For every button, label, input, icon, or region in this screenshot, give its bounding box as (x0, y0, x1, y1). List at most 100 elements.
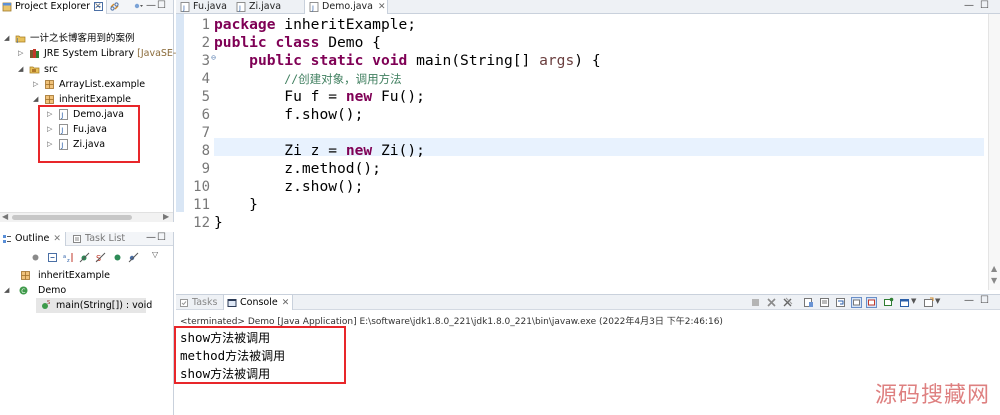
remove-launch-icon[interactable] (766, 297, 777, 308)
close-icon[interactable]: ✕ (53, 234, 61, 244)
editor-tab-label: Demo.java (322, 1, 373, 12)
tree-item-package-arraylist[interactable]: ▷ ArrayList.example (33, 77, 173, 92)
code-text: z.show(); (284, 178, 364, 195)
watermark: 源码搜藏网 (874, 383, 990, 408)
clear-console-icon[interactable] (803, 297, 814, 308)
code-text: Zi z = (284, 142, 346, 159)
hide-non-public-icon[interactable] (112, 252, 123, 263)
outline-item-label: Demo (38, 285, 67, 296)
link-with-editor-icon[interactable] (109, 1, 120, 12)
minimize-icon[interactable]: — (146, 0, 156, 11)
outline-item-method-main[interactable]: S main(String[]) : void (36, 298, 152, 313)
line-number: 1 (201, 17, 210, 33)
close-icon[interactable]: ✕ (282, 298, 290, 308)
dropdown-icon[interactable]: ▼ (911, 297, 916, 305)
editor-tab-demo-java[interactable]: J Demo.java ✕ (304, 0, 388, 14)
svg-text:C: C (21, 288, 25, 295)
keyword: package (214, 16, 276, 33)
expanded-twisty-icon[interactable]: ◢ (18, 62, 23, 77)
show-when-stdout-icon[interactable] (851, 297, 862, 308)
view-menu-icon[interactable] (133, 1, 144, 12)
tab-console[interactable]: Console ✕ (223, 295, 293, 310)
tab-outline[interactable]: Outline ✕ (0, 232, 66, 246)
dropdown-icon[interactable]: ▼ (935, 297, 940, 305)
outline-item-package[interactable]: inheritExample (18, 268, 168, 283)
expanded-twisty-icon[interactable]: ◢ (4, 283, 9, 298)
class-icon: C (19, 286, 28, 295)
scroll-left-icon[interactable]: ◀ (2, 212, 8, 221)
tab-tasks[interactable]: Tasks (176, 295, 222, 310)
source-folder-icon (29, 66, 40, 74)
vertical-scrollbar[interactable]: ▲ ▼ (988, 14, 1000, 290)
tree-item-src[interactable]: ◢ src (18, 62, 168, 77)
expanded-twisty-icon[interactable]: ◢ (4, 31, 9, 46)
display-selected-console-icon[interactable] (899, 297, 910, 308)
tab-console-label: Console (240, 297, 278, 308)
code-area[interactable]: package inheritExample; public class Dem… (214, 14, 984, 290)
code-line-12: } (214, 214, 223, 232)
maximize-icon[interactable]: ☐ (980, 295, 989, 306)
svg-text:a: a (63, 254, 66, 260)
hide-local-types-icon[interactable] (128, 252, 139, 263)
hide-fields-icon[interactable] (79, 252, 90, 263)
terminate-icon[interactable] (750, 297, 761, 308)
minimize-icon[interactable]: — (964, 295, 974, 306)
open-console-icon[interactable] (923, 297, 934, 308)
tree-item-label: 一计之长博客用到的案例 (30, 33, 135, 44)
keyword: public class (214, 34, 320, 51)
remove-all-terminated-icon[interactable] (782, 297, 793, 308)
close-icon[interactable]: ✕ (378, 2, 386, 12)
sort-icon[interactable]: az (63, 252, 74, 263)
scroll-right-icon[interactable]: ▶ (163, 212, 169, 221)
collapse-all-icon[interactable] (47, 252, 58, 263)
horizontal-scrollbar[interactable]: ◀ ▶ (0, 212, 173, 222)
package-icon (45, 80, 54, 89)
code-text: Zi(); (372, 142, 425, 159)
svg-text:J: J (182, 4, 185, 12)
maximize-icon[interactable]: ☐ (157, 0, 166, 11)
collapsed-twisty-icon[interactable]: ▷ (33, 77, 38, 92)
minimize-icon[interactable]: — (146, 232, 156, 243)
editor-tab-fu-java[interactable]: J Fu.java (176, 0, 230, 14)
maximize-icon[interactable]: ☐ (157, 232, 166, 243)
outline-item-class-demo[interactable]: ◢ C Demo (4, 283, 164, 298)
line-number: 7 (201, 125, 210, 141)
pin-console-icon[interactable] (883, 297, 894, 308)
code-line-2: public class Demo { (214, 34, 381, 52)
word-wrap-icon[interactable] (835, 297, 846, 308)
scroll-down-icon[interactable]: ▼ (991, 276, 997, 285)
package-icon (45, 95, 54, 104)
minimize-icon[interactable]: — (964, 0, 974, 11)
maximize-icon[interactable]: ☐ (980, 0, 989, 11)
editor-tab-zi-java[interactable]: J Zi.java (232, 0, 292, 14)
java-file-icon: J (236, 2, 246, 12)
scrollbar-thumb[interactable] (12, 215, 132, 220)
scroll-lock-icon[interactable] (819, 297, 830, 308)
tree-item-jre[interactable]: ▷ JRE System Library [JavaSE-1 (18, 46, 182, 61)
outline-panel: Outline ✕ Task List — ☐ az S ▽ inheritExa… (0, 232, 174, 415)
line-number: 2 (201, 35, 210, 51)
project-explorer-icon (2, 2, 12, 12)
editor-tabbar: J Fu.java J Zi.java J Demo.java ✕ — ☐ (176, 0, 1000, 14)
project-explorer-tabbar: Project Explorer✕ — ☐ (0, 0, 173, 14)
hide-static-icon[interactable]: S (95, 252, 106, 263)
tab-task-list[interactable]: Task List (70, 232, 129, 246)
view-menu-icon[interactable]: ▽ (152, 250, 158, 259)
tree-item-project[interactable]: ◢ J 一计之长博客用到的案例 (4, 31, 172, 46)
line-number: 4 (201, 71, 210, 87)
code-text: z.method(); (284, 160, 381, 177)
show-when-stderr-icon[interactable] (866, 297, 877, 308)
focus-icon[interactable] (30, 252, 41, 263)
scroll-up-icon[interactable]: ▲ (991, 264, 997, 273)
collapsed-twisty-icon[interactable]: ▷ (18, 46, 23, 61)
collapse-all-icon[interactable] (93, 1, 104, 12)
console-icon (227, 299, 237, 307)
outline-tabbar: Outline ✕ Task List — ☐ (0, 232, 173, 246)
tab-project-explorer[interactable]: Project Explorer✕ (0, 0, 107, 14)
